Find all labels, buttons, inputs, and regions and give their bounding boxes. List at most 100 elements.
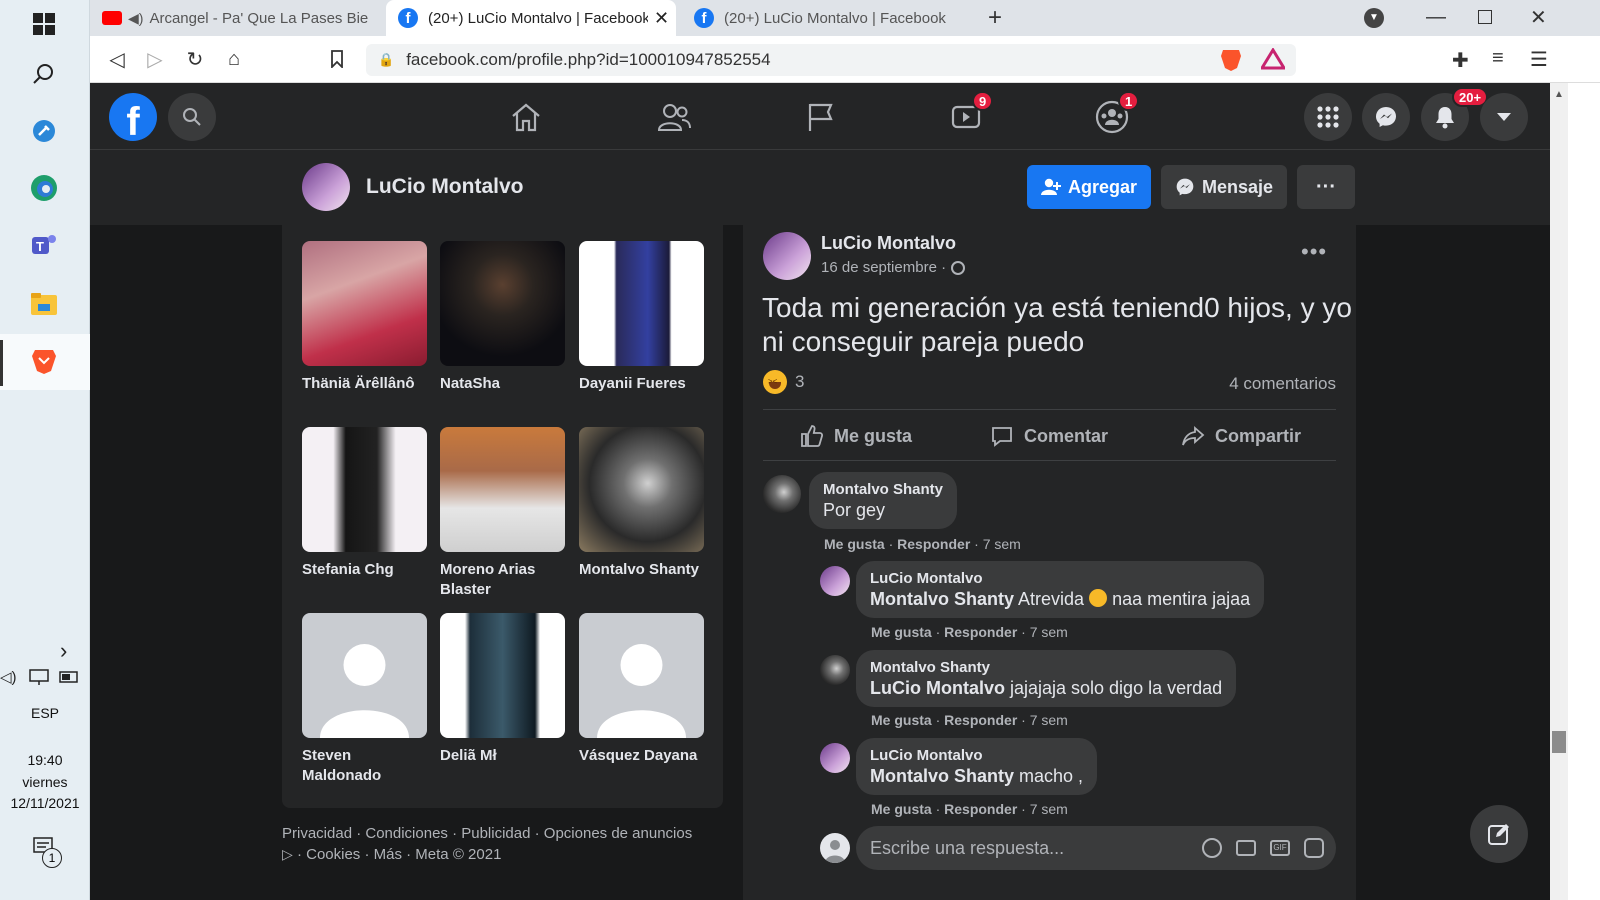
current-user-avatar[interactable] (820, 833, 850, 863)
friend-name[interactable]: Vásquez Dayana (579, 746, 704, 766)
playlist-icon[interactable]: ≡ (1492, 47, 1504, 70)
add-friend-button[interactable]: Agregar (1027, 165, 1151, 209)
friend-tile[interactable]: NataSha (440, 241, 565, 394)
brave-browser-icon[interactable] (30, 347, 58, 375)
pages-flag-nav-icon[interactable] (800, 97, 840, 137)
comment-like-link[interactable]: Me gusta (824, 536, 885, 552)
show-hidden-icons-chevron-icon[interactable]: › (60, 638, 67, 664)
friend-photo[interactable] (579, 241, 704, 366)
profile-name[interactable]: LuCio Montalvo (366, 175, 523, 199)
speaker-icon[interactable]: ◀) (128, 10, 143, 27)
friend-photo[interactable] (579, 613, 704, 738)
facebook-logo-icon[interactable]: f (109, 93, 157, 144)
page-scrollbar[interactable]: ▲ (1550, 83, 1568, 900)
friend-tile[interactable]: Montalvo Shanty (579, 427, 704, 580)
comment-reply-link[interactable]: Responder (944, 712, 1017, 728)
comment-count[interactable]: 4 comentarios (1229, 374, 1336, 394)
comment-author[interactable]: LuCio Montalvo (870, 746, 1083, 765)
scrollbar-thumb[interactable] (1552, 731, 1566, 753)
camera-icon[interactable] (1236, 840, 1256, 856)
footer-links[interactable]: Privacidad · Condiciones · Publicidad · … (282, 824, 722, 844)
reply-input[interactable]: Escribe una respuesta... GIF (856, 826, 1336, 870)
friend-photo[interactable] (302, 613, 427, 738)
brave-shields-icon[interactable] (1220, 48, 1242, 72)
friend-tile[interactable]: Vásquez Dayana (579, 613, 704, 766)
network-icon[interactable] (28, 668, 50, 691)
post-date[interactable]: 16 de septiembre · (821, 259, 946, 276)
friend-name[interactable]: Stefania Chg (302, 560, 427, 580)
settings-app-icon[interactable] (30, 117, 58, 145)
mention[interactable]: LuCio Montalvo (870, 678, 1005, 698)
friend-photo[interactable] (440, 241, 565, 366)
friend-photo[interactable] (579, 427, 704, 552)
url-bar[interactable]: 🔒 facebook.com/profile.php?id=1000109478… (366, 44, 1296, 76)
more-options-button[interactable]: ··· (1297, 165, 1355, 209)
forward-icon[interactable]: ▷ (142, 46, 168, 72)
battery-icon[interactable] (58, 670, 80, 689)
minimize-icon[interactable]: — (1426, 6, 1446, 29)
friend-tile[interactable]: Dayanii Fueres (579, 241, 704, 394)
message-button[interactable]: Mensaje (1161, 165, 1287, 209)
friend-name[interactable]: Dayanii Fueres (579, 374, 704, 394)
mention[interactable]: Montalvo Shanty (870, 766, 1014, 786)
friend-photo[interactable] (302, 427, 427, 552)
home-icon[interactable]: ⌂ (221, 46, 247, 72)
commenter-avatar[interactable] (820, 655, 850, 685)
post-author[interactable]: LuCio Montalvo (821, 233, 956, 254)
post-author-avatar[interactable] (763, 232, 811, 280)
comment-author[interactable]: Montalvo Shanty (870, 658, 1222, 677)
profile-avatar[interactable] (302, 163, 350, 211)
gif-icon[interactable]: GIF (1270, 840, 1290, 856)
close-window-icon[interactable]: ✕ (1530, 5, 1547, 30)
windows-start-icon[interactable] (30, 10, 58, 38)
mention[interactable]: Montalvo Shanty (870, 589, 1014, 609)
footer-line2[interactable]: · Cookies · Más · Meta © 2021 (297, 846, 501, 863)
edge-browser-icon[interactable] (30, 174, 58, 202)
friend-name[interactable]: NataSha (440, 374, 565, 394)
friend-tile[interactable]: Moreno Arias Blaster (440, 427, 565, 600)
comment-time[interactable]: · 7 sem (1021, 624, 1068, 640)
comment-time[interactable]: · 7 sem (1021, 712, 1068, 728)
comment-author[interactable]: LuCio Montalvo (870, 569, 1250, 588)
close-tab-icon[interactable]: ✕ (654, 8, 669, 29)
messenger-button[interactable] (1362, 93, 1410, 141)
like-button[interactable]: Me gusta (800, 421, 912, 451)
post-options-icon[interactable]: ••• (1301, 239, 1327, 265)
comment-author[interactable]: Montalvo Shanty (823, 480, 943, 499)
new-tab-plus-icon[interactable]: + (988, 4, 1002, 32)
new-message-button[interactable] (1470, 805, 1528, 863)
reload-icon[interactable]: ↻ (182, 46, 208, 72)
tab-youtube[interactable]: ◀) Arcangel - Pa' Que La Pases Bien [ (90, 0, 380, 36)
comment-time[interactable]: · 7 sem (1021, 801, 1068, 817)
back-icon[interactable]: ◁ (104, 46, 130, 72)
friend-tile[interactable]: Thäniä Ärêllânô (302, 241, 427, 394)
tab-facebook[interactable]: f (20+) LuCio Montalvo | Facebook (682, 0, 970, 36)
comment-reply-link[interactable]: Responder (944, 801, 1017, 817)
comment-like-link[interactable]: Me gusta (871, 624, 932, 640)
friend-photo[interactable] (440, 613, 565, 738)
tab-search-dropdown-icon[interactable]: ▼ (1364, 8, 1384, 28)
friend-photo[interactable] (440, 427, 565, 552)
commenter-avatar[interactable] (820, 566, 850, 596)
friend-tile[interactable]: Deliã Mł (440, 613, 565, 766)
friend-name[interactable]: Steven Maldonado (302, 746, 427, 786)
account-dropdown-button[interactable] (1480, 93, 1528, 141)
search-icon[interactable] (30, 60, 58, 88)
comment-reply-link[interactable]: Responder (897, 536, 970, 552)
friend-tile[interactable]: Stefania Chg (302, 427, 427, 580)
friend-name[interactable]: Deliã Mł (440, 746, 565, 766)
fb-search-button[interactable] (168, 93, 216, 141)
tab-facebook-active[interactable]: f (20+) LuCio Montalvo | Facebook ✕ (386, 0, 676, 36)
friend-name[interactable]: Thäniä Ärêllânô (302, 374, 427, 394)
sticker-icon[interactable] (1304, 838, 1324, 858)
clock-time[interactable]: 19:40 (0, 752, 90, 768)
bookmark-icon[interactable] (324, 46, 350, 72)
volume-icon[interactable]: ◁) (0, 668, 17, 686)
comment-time[interactable]: · 7 sem (974, 536, 1021, 552)
comment-like-link[interactable]: Me gusta (871, 712, 932, 728)
friend-tile[interactable]: Steven Maldonado (302, 613, 427, 786)
friend-name[interactable]: Moreno Arias Blaster (440, 560, 565, 600)
friends-nav-icon[interactable] (654, 97, 694, 137)
menu-grid-button[interactable] (1304, 93, 1352, 141)
reaction-summary[interactable]: >< 3 (763, 370, 804, 394)
